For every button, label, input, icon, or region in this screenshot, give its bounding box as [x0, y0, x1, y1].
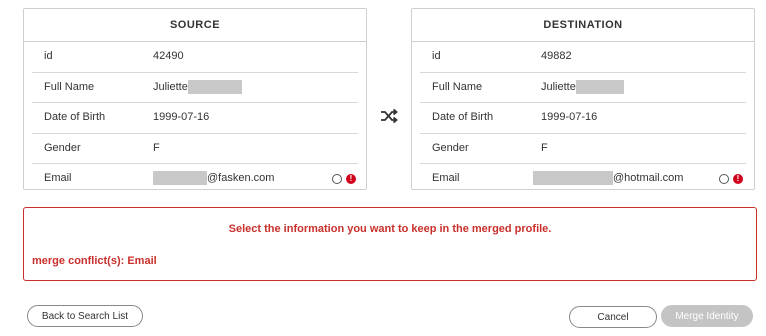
- field-value: @hotmail.com: [613, 172, 684, 184]
- field-value: F: [153, 141, 160, 154]
- redacted-block: [153, 171, 207, 186]
- field-value: 49882: [541, 50, 572, 62]
- back-to-search-list-button[interactable]: Back to Search List: [27, 305, 143, 327]
- source-row-full-name: Full Name Juliette: [32, 73, 358, 103]
- source-row-email: Email @fasken.com !: [32, 164, 358, 194]
- source-panel: SOURCE id 42490 Full Name Juliette Date …: [23, 8, 367, 190]
- source-row-dob: Date of Birth 1999-07-16: [32, 103, 358, 134]
- field-value: Juliette: [541, 80, 576, 93]
- field-label: Full Name: [432, 80, 483, 93]
- destination-row-dob: Date of Birth 1999-07-16: [420, 103, 746, 134]
- field-value-wrap: @hotmail.com: [533, 164, 683, 193]
- destination-panel: DESTINATION id 49882 Full Name Juliette …: [411, 8, 755, 190]
- field-label: Gender: [44, 141, 81, 154]
- destination-email-radio[interactable]: [719, 174, 729, 184]
- merge-conflict-alert: Select the information you want to keep …: [23, 207, 757, 281]
- field-label: Email: [44, 172, 72, 184]
- field-label: id: [432, 50, 441, 62]
- source-panel-title: SOURCE: [24, 9, 366, 42]
- field-label: Date of Birth: [432, 111, 494, 123]
- source-email-radio[interactable]: [332, 174, 342, 184]
- field-value-wrap: Juliette: [153, 73, 242, 102]
- warning-icon: !: [346, 173, 356, 184]
- merge-identity-button[interactable]: Merge Identity: [661, 305, 753, 327]
- field-value: Juliette: [153, 80, 188, 93]
- redacted-block: [533, 171, 613, 186]
- redacted-block: [187, 79, 242, 94]
- field-label: id: [44, 50, 53, 62]
- source-row-gender: Gender F: [32, 134, 358, 164]
- field-value: @fasken.com: [207, 172, 275, 184]
- cancel-button[interactable]: Cancel: [569, 306, 657, 328]
- warning-icon: !: [733, 173, 743, 184]
- field-value: 42490: [153, 50, 184, 62]
- field-value-wrap: @fasken.com: [153, 164, 274, 193]
- destination-row-gender: Gender F: [420, 134, 746, 164]
- field-label: Date of Birth: [44, 111, 106, 123]
- field-label: Email: [432, 172, 460, 184]
- destination-row-email: Email @hotmail.com !: [420, 164, 746, 194]
- field-label: Full Name: [44, 80, 95, 93]
- conflict-list: merge conflict(s): Email: [32, 255, 157, 267]
- field-label: Gender: [432, 141, 469, 154]
- field-value: 1999-07-16: [153, 111, 210, 123]
- field-value: 1999-07-16: [541, 111, 598, 123]
- field-value: F: [541, 141, 548, 154]
- conflict-instruction: Select the information you want to keep …: [228, 223, 552, 235]
- destination-row-full-name: Full Name Juliette: [420, 73, 746, 103]
- destination-row-id: id 49882: [420, 42, 746, 73]
- source-row-id: id 42490: [32, 42, 358, 73]
- field-value-wrap: Juliette: [541, 73, 624, 102]
- shuffle-icon[interactable]: [380, 108, 398, 124]
- destination-panel-title: DESTINATION: [412, 9, 754, 42]
- redacted-block: [575, 79, 624, 94]
